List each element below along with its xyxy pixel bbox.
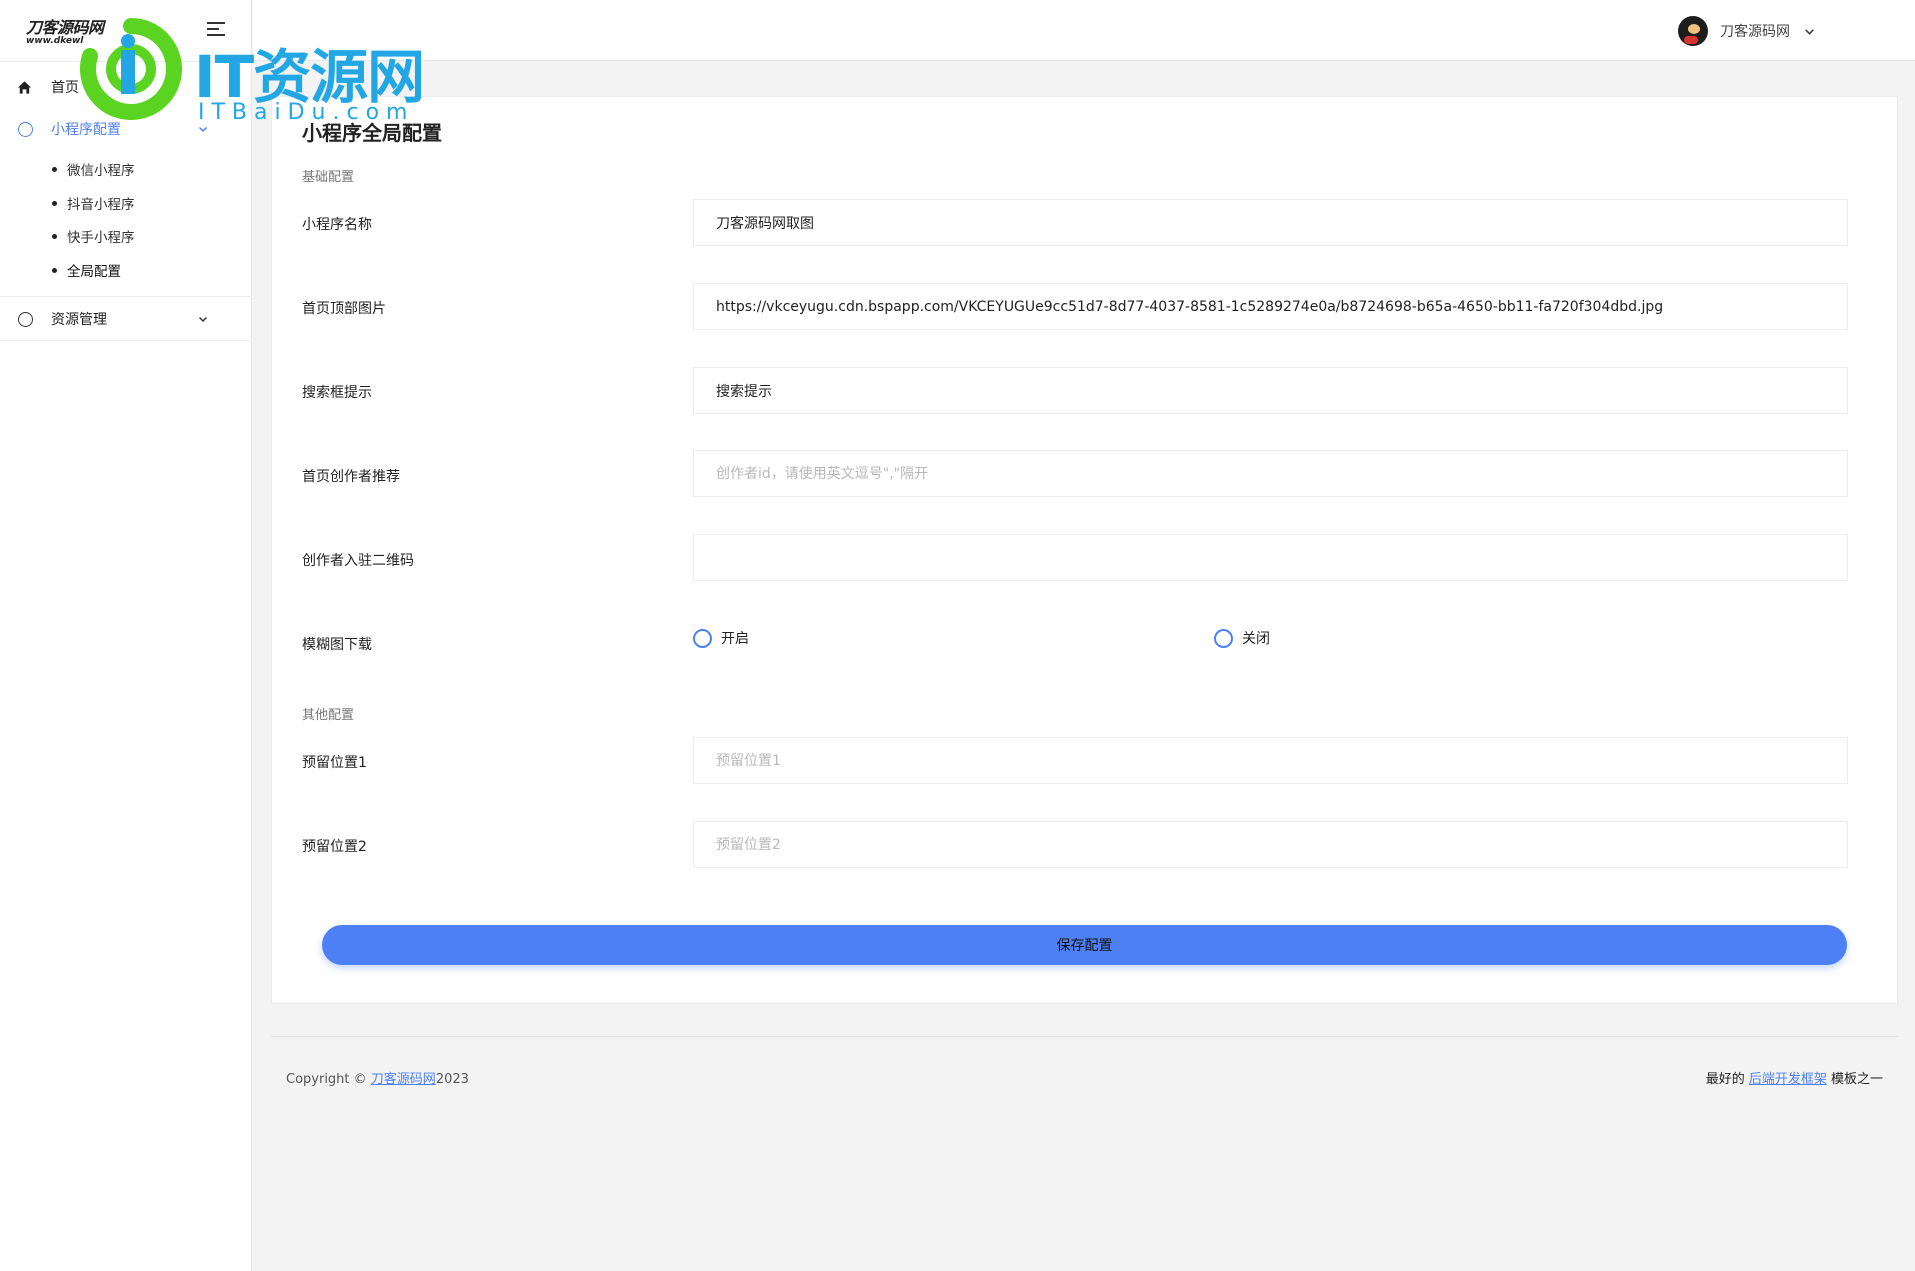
bullet-icon — [52, 233, 57, 239]
reserve2-input[interactable] — [693, 821, 1848, 868]
section-title-basic: 基础配置 — [302, 170, 355, 185]
sidebar-item-miniapp-config[interactable]: 小程序配置 — [0, 109, 252, 149]
divider — [271, 1036, 1898, 1037]
divider — [0, 61, 252, 62]
field-label-blur-download: 模糊图下载 — [302, 637, 372, 653]
divider — [0, 340, 252, 341]
section-title-other: 其他配置 — [302, 708, 355, 723]
save-config-button[interactable]: 保存配置 — [322, 925, 1847, 965]
radio-blur-download-off[interactable]: 关闭 — [1214, 628, 1270, 648]
chevron-down-icon — [198, 126, 208, 133]
tagline-prefix: 最好的 — [1705, 1072, 1749, 1087]
user-name: 刀客源码网 — [1720, 24, 1790, 40]
sidebar-item-home[interactable]: 首页 — [0, 67, 252, 107]
brand-logo[interactable]: 刀客源码网 www.dkewl — [26, 14, 126, 50]
bullet-icon — [52, 166, 57, 172]
footer-tagline: 最好的 后端开发框架 模板之一 — [1706, 1068, 1883, 1087]
creator-qrcode-input[interactable] — [693, 534, 1848, 581]
circle-icon — [18, 121, 33, 137]
copyright-link[interactable]: 刀客源码网 — [371, 1072, 436, 1087]
chevron-down-icon — [1805, 28, 1814, 35]
menu-toggle-icon[interactable] — [207, 22, 227, 38]
radio-circle-icon — [693, 628, 712, 648]
bullet-icon — [52, 267, 57, 273]
field-label-app-name: 小程序名称 — [302, 217, 372, 233]
user-menu[interactable]: 刀客源码网 — [1678, 15, 1815, 47]
radio-circle-icon — [1214, 628, 1233, 648]
sidebar-subitem-wechat[interactable]: 微信小程序 — [52, 158, 135, 180]
sidebar-subitem-global-config[interactable]: 全局配置 — [52, 259, 121, 281]
brand-name: 刀客源码网 — [26, 18, 104, 37]
search-hint-input[interactable] — [693, 367, 1848, 414]
brand-url: www.dkewl — [26, 36, 84, 46]
sidebar-item-label: 首页 — [51, 80, 79, 96]
divider — [0, 296, 252, 297]
copyright-year: 2023 — [435, 1072, 469, 1087]
field-label-creator-qrcode: 创作者入驻二维码 — [302, 553, 414, 569]
radio-blur-download-on[interactable]: 开启 — [693, 628, 749, 648]
sidebar-subitem-kuaishou[interactable]: 快手小程序 — [52, 225, 135, 247]
copyright-prefix: Copyright © — [286, 1072, 371, 1087]
field-label-recommend-creators: 首页创作者推荐 — [302, 469, 400, 485]
page-title: 小程序全局配置 — [302, 121, 442, 145]
radio-label: 开启 — [721, 631, 749, 647]
sidebar-subitem-label: 抖音小程序 — [67, 197, 135, 213]
field-label-search-hint: 搜索框提示 — [302, 385, 372, 401]
field-label-top-image: 首页顶部图片 — [302, 301, 386, 317]
sidebar-subitem-douyin[interactable]: 抖音小程序 — [52, 192, 135, 214]
top-image-url-input[interactable] — [693, 283, 1848, 330]
copyright: Copyright © 刀客源码网2023 — [286, 1068, 469, 1087]
home-icon — [17, 80, 32, 94]
framework-link[interactable]: 后端开发框架 — [1749, 1072, 1827, 1087]
scrollbar[interactable] — [1907, 61, 1915, 1271]
avatar — [1678, 16, 1708, 46]
config-card: 小程序全局配置 基础配置 小程序名称 首页顶部图片 搜索框提示 首页创作者推荐 … — [271, 96, 1898, 1004]
sidebar-item-resource-management[interactable]: 资源管理 — [0, 299, 252, 339]
sidebar-item-label: 资源管理 — [51, 312, 107, 328]
reserve1-input[interactable] — [693, 737, 1848, 784]
sidebar-subitem-label: 快手小程序 — [67, 230, 135, 246]
sidebar-subitem-label: 全局配置 — [67, 264, 121, 280]
app-name-input[interactable] — [693, 199, 1848, 246]
top-header: 刀客源码网 — [253, 0, 1915, 61]
sidebar-item-label: 小程序配置 — [51, 122, 121, 138]
field-label-reserve1: 预留位置1 — [302, 755, 367, 771]
circle-icon — [18, 311, 33, 327]
sidebar: 刀客源码网 www.dkewl 首页 小程序配置 微信小程序 抖音小程序 快手小… — [0, 0, 252, 1271]
sidebar-subitem-label: 微信小程序 — [67, 163, 135, 179]
radio-label: 关闭 — [1242, 631, 1270, 647]
bullet-icon — [52, 200, 57, 206]
chevron-down-icon — [198, 316, 208, 323]
tagline-suffix: 模板之一 — [1826, 1072, 1883, 1087]
recommend-creators-input[interactable] — [693, 450, 1848, 497]
field-label-reserve2: 预留位置2 — [302, 839, 367, 855]
